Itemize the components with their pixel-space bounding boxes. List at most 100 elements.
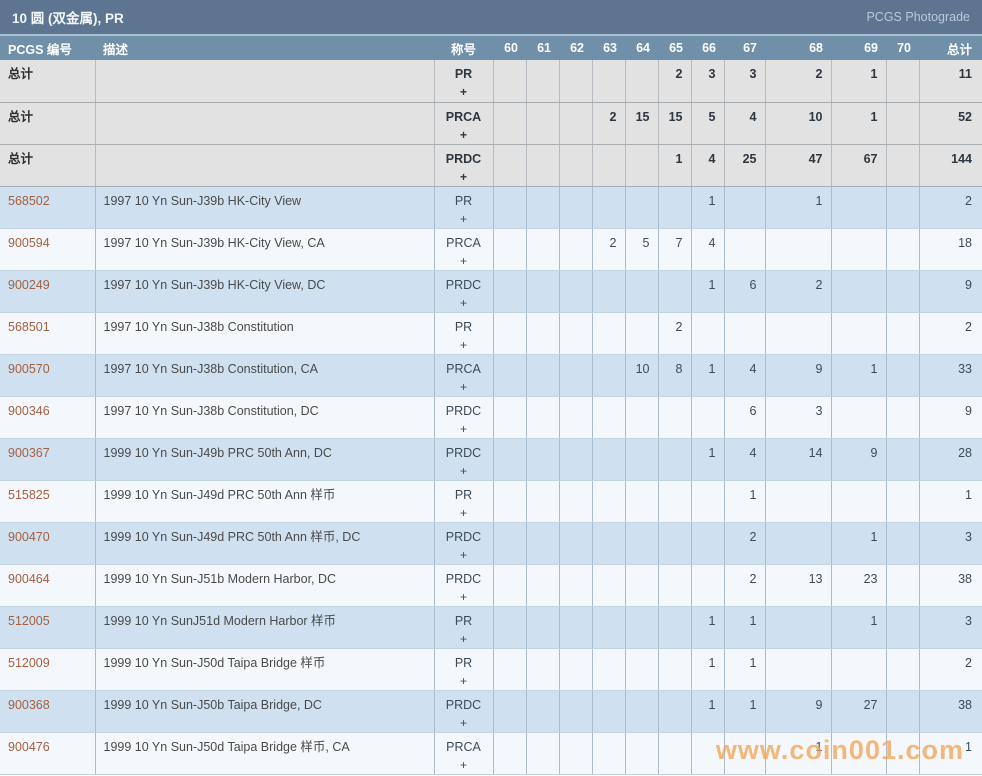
grade-count-cell: 10 bbox=[765, 102, 832, 145]
pcgs-number-link[interactable]: 512005 bbox=[8, 614, 50, 628]
pcgs-number-cell: 总计 bbox=[0, 102, 96, 145]
pcgs-number-cell: 515825 bbox=[0, 480, 96, 523]
pcgs-number-link[interactable]: 900464 bbox=[8, 572, 50, 586]
grade-count-cell bbox=[559, 522, 593, 565]
grade-count-cell: 1 bbox=[724, 606, 766, 649]
grade-count-cell bbox=[559, 732, 593, 775]
grade-count-cell: 1 bbox=[691, 186, 725, 229]
grade-count-cell: 9 bbox=[765, 354, 832, 397]
grade-count-cell bbox=[526, 270, 560, 313]
designation-label: PR bbox=[454, 193, 473, 208]
grade-count-cell bbox=[724, 228, 766, 271]
description-cell: 1999 10 Yn Sun-J49b PRC 50th Ann, DC bbox=[95, 438, 435, 481]
grade-count-cell bbox=[886, 144, 920, 187]
pcgs-population-report: 10 圆 (双金属), PR PCGS Photograde PCGS 编号 描述… bbox=[0, 0, 982, 775]
grade-count-cell bbox=[559, 102, 593, 145]
grade-count-cell bbox=[886, 522, 920, 565]
designation-label: PRDC bbox=[445, 571, 482, 586]
designation-label: PR bbox=[454, 319, 473, 334]
column-header-grade: 65 bbox=[669, 41, 683, 55]
pcgs-number-cell: 900594 bbox=[0, 228, 96, 271]
row-total-cell: 1 bbox=[919, 732, 982, 775]
grade-count-cell: 1 bbox=[691, 438, 725, 481]
grade-count-cell: 1 bbox=[658, 144, 692, 187]
designation-label: PRDC bbox=[445, 151, 482, 166]
plus-grade-marker: + bbox=[459, 673, 467, 688]
grade-count-cell bbox=[559, 228, 593, 271]
grade-count-cell bbox=[625, 438, 659, 481]
designation-label: PRDC bbox=[445, 277, 482, 292]
row-total-cell: 18 bbox=[919, 228, 982, 271]
pcgs-number-link[interactable]: 568501 bbox=[8, 320, 50, 334]
designation-label: PRDC bbox=[445, 697, 482, 712]
grade-count-cell bbox=[526, 228, 560, 271]
pcgs-number-link[interactable]: 515825 bbox=[8, 488, 50, 502]
grade-count-cell: 8 bbox=[658, 354, 692, 397]
grade-count-cell bbox=[493, 480, 527, 523]
designation-cell: PRCA + bbox=[434, 228, 494, 271]
grade-count-cell bbox=[493, 270, 527, 313]
grade-count-cell bbox=[559, 60, 593, 103]
column-header-designation: 称号 bbox=[450, 42, 476, 57]
grade-count-cell bbox=[493, 438, 527, 481]
row-total-cell: 3 bbox=[919, 522, 982, 565]
grade-count-cell bbox=[765, 606, 832, 649]
grade-count-cell bbox=[625, 396, 659, 439]
pcgs-number-link[interactable]: 568502 bbox=[8, 194, 50, 208]
grade-count-cell bbox=[831, 396, 887, 439]
grade-count-cell bbox=[559, 564, 593, 607]
grade-count-cell: 6 bbox=[724, 396, 766, 439]
grade-count-cell: 47 bbox=[765, 144, 832, 187]
designation-cell: PRDC + bbox=[434, 438, 494, 481]
title-bar: 10 圆 (双金属), PR PCGS Photograde bbox=[0, 0, 982, 36]
pcgs-number-link[interactable]: 900346 bbox=[8, 404, 50, 418]
grade-count-cell bbox=[493, 144, 527, 187]
grade-count-cell bbox=[691, 564, 725, 607]
plus-grade-marker: + bbox=[459, 715, 467, 730]
pcgs-number-cell: 总计 bbox=[0, 60, 96, 103]
grade-count-cell bbox=[625, 60, 659, 103]
designation-cell: PR + bbox=[434, 648, 494, 691]
pcgs-number-link[interactable]: 900249 bbox=[8, 278, 50, 292]
grade-count-cell bbox=[526, 60, 560, 103]
grade-count-cell: 1 bbox=[765, 186, 832, 229]
grade-count-cell bbox=[691, 396, 725, 439]
description-cell: 1999 10 Yn Sun-J50b Taipa Bridge, DC bbox=[95, 690, 435, 733]
grade-count-cell bbox=[559, 690, 593, 733]
grade-count-cell bbox=[658, 732, 692, 775]
description-cell: 1999 10 Yn Sun-J50d Taipa Bridge 样币, CA bbox=[95, 732, 435, 775]
designation-label: PRCA bbox=[446, 361, 481, 376]
grade-count-cell: 2 bbox=[724, 522, 766, 565]
pcgs-number-link[interactable]: 900470 bbox=[8, 530, 50, 544]
grade-count-cell: 7 bbox=[658, 228, 692, 271]
grade-count-cell bbox=[831, 312, 887, 355]
grade-count-cell bbox=[658, 396, 692, 439]
pcgs-number-link[interactable]: 900476 bbox=[8, 740, 50, 754]
grade-count-cell bbox=[526, 564, 560, 607]
grade-count-cell bbox=[831, 732, 887, 775]
grade-count-cell bbox=[526, 144, 560, 187]
column-header-grade: 69 bbox=[864, 41, 878, 55]
pcgs-number-link[interactable]: 900368 bbox=[8, 698, 50, 712]
pcgs-number-link[interactable]: 900570 bbox=[8, 362, 50, 376]
grade-count-cell bbox=[559, 648, 593, 691]
grade-count-cell: 4 bbox=[724, 438, 766, 481]
grade-count-cell: 1 bbox=[691, 606, 725, 649]
pcgs-number-link[interactable]: 900594 bbox=[8, 236, 50, 250]
grade-count-cell bbox=[592, 354, 626, 397]
description-cell: 1999 10 Yn Sun-J49d PRC 50th Ann 样币 bbox=[95, 480, 435, 523]
description-cell: 1999 10 Yn Sun-J51b Modern Harbor, DC bbox=[95, 564, 435, 607]
population-table: PCGS 编号 描述 称号 60 61 62 63 64 65 66 67 68 69 70 总计 总计 PR… bbox=[0, 36, 982, 775]
pcgs-number-link[interactable]: 900367 bbox=[8, 446, 50, 460]
plus-grade-marker: + bbox=[459, 85, 467, 99]
row-total-cell: 2 bbox=[919, 186, 982, 229]
table-row: 900367 1999 10 Yn Sun-J49b PRC 50th Ann, … bbox=[0, 438, 982, 481]
grade-count-cell bbox=[592, 186, 626, 229]
grade-count-cell: 2 bbox=[765, 270, 832, 313]
grade-count-cell bbox=[658, 270, 692, 313]
designation-label: PRDC bbox=[445, 445, 482, 460]
designation-cell: PR + bbox=[434, 606, 494, 649]
grade-count-cell: 4 bbox=[691, 228, 725, 271]
grade-count-cell bbox=[886, 480, 920, 523]
pcgs-number-link[interactable]: 512009 bbox=[8, 656, 50, 670]
